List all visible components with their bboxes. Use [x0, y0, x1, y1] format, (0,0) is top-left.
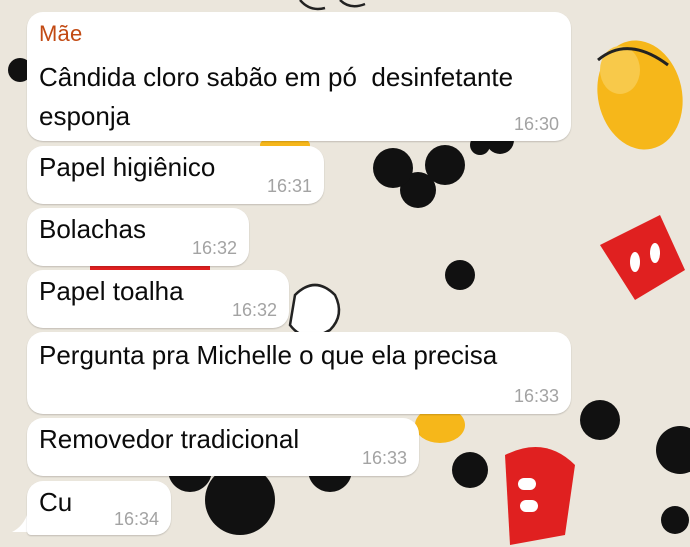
message-text: Cu [39, 487, 73, 517]
message-timestamp: 16:30 [513, 114, 559, 134]
message-timestamp: 16:32 [231, 300, 277, 320]
message-bubble[interactable]: Bolachas 16:32 [27, 208, 249, 266]
chat-thread: Mãe Cândida cloro sabão em pó desinfetan… [0, 0, 690, 547]
message-text: Pergunta pra Michelle o que ela precisa [39, 340, 498, 370]
message-bubble[interactable]: Mãe Cândida cloro sabão em pó desinfetan… [27, 12, 571, 141]
message-timestamp: 16:34 [113, 509, 159, 529]
message-timestamp: 16:31 [266, 176, 312, 196]
message-timestamp: 16:33 [361, 448, 407, 468]
message-bubble[interactable]: Pergunta pra Michelle o que ela precisa … [27, 332, 571, 414]
message-text: Papel higiênico [39, 152, 216, 182]
message-timestamp: 16:33 [513, 386, 559, 406]
message-bubble[interactable]: Cu 16:34 [27, 481, 171, 535]
message-text: Removedor tradicional [39, 424, 300, 454]
message-bubble[interactable]: Removedor tradicional 16:33 [27, 418, 419, 476]
sender-name[interactable]: Mãe [39, 21, 82, 47]
message-timestamp: 16:32 [191, 238, 237, 258]
message-bubble[interactable]: Papel higiênico 16:31 [27, 146, 324, 204]
message-text: Bolachas [39, 214, 146, 244]
message-text: Papel toalha [39, 276, 184, 306]
message-bubble[interactable]: Papel toalha 16:32 [27, 270, 289, 328]
message-text: Cândida cloro sabão em pó desinfetante e… [39, 62, 514, 131]
